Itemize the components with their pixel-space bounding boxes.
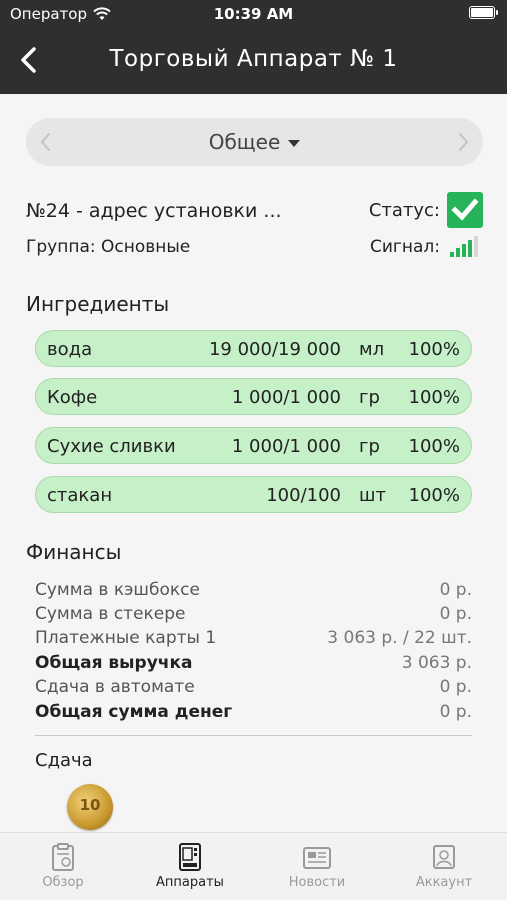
ingredient-amount: 1 000/1 000 [231, 436, 341, 457]
section-dropdown-label: Общее [208, 130, 281, 154]
tab-bar: Обзор Аппараты Новости Аккаунт [0, 832, 507, 900]
clipboard-icon [52, 843, 74, 871]
finance-row: Платежные карты 1 3 063 р. / 22 шт. [35, 627, 472, 651]
ingredient-row: Сухие сливки 1 000/1 000 гр 100% [35, 427, 472, 464]
finance-value: 3 063 р. / 22 шт. [327, 628, 472, 648]
finance-value: 0 р. [439, 702, 472, 722]
ingredient-percent: 100% [408, 339, 460, 360]
caret-down-icon [288, 140, 301, 147]
battery-icon [469, 6, 498, 19]
finance-row: Общая сумма денег 0 р. [35, 701, 472, 725]
navigation-bar: Торговый Аппарат № 1 [0, 28, 507, 94]
status-check-icon [447, 192, 483, 228]
ingredient-percent: 100% [408, 436, 460, 457]
finance-label: Общая выручка [35, 653, 193, 673]
finance-title: Финансы [26, 540, 122, 564]
finance-value: 0 р. [439, 677, 472, 697]
ingredient-name: вода [47, 339, 93, 360]
ingredient-row: стакан 100/100 шт 100% [35, 476, 472, 513]
status-label: Статус: [368, 200, 440, 221]
tab-label: Аккаунт [415, 875, 473, 890]
ingredient-name: стакан [47, 485, 113, 506]
ingredients-title: Ингредиенты [26, 292, 170, 316]
signal-label: Сигнал: [370, 237, 440, 257]
finance-row: Общая выручка 3 063 р. [35, 652, 472, 676]
machine-group: Группа: Основные [26, 237, 191, 257]
finance-label: Платежные карты 1 [35, 628, 217, 648]
change-title: Сдача [35, 750, 93, 771]
finance-row: Сумма в кэшбоксе 0 р. [35, 579, 472, 603]
status-bar: Оператор 10:39 AM [0, 0, 507, 28]
tab-overview[interactable]: Обзор [0, 833, 126, 900]
newspaper-icon [303, 847, 331, 869]
finance-label: Сумма в стекере [35, 604, 186, 624]
page-title: Торговый Аппарат № 1 [109, 46, 398, 72]
finance-value: 0 р. [439, 604, 472, 624]
finance-row: Сумма в стекере 0 р. [35, 603, 472, 627]
ingredient-name: Кофе [47, 387, 98, 408]
tab-label: Новости [288, 875, 346, 890]
section-dropdown[interactable]: Общее [26, 130, 483, 154]
section-selector: Общее [26, 118, 483, 166]
ingredient-row: вода 19 000/19 000 мл 100% [35, 330, 472, 367]
machine-address: №24 - адрес установки ... [26, 200, 282, 222]
divider [35, 735, 472, 736]
ingredient-percent: 100% [408, 485, 460, 506]
finance-label: Общая сумма денег [35, 702, 233, 722]
coin-label: 10 [79, 796, 101, 814]
signal-strength-icon [450, 236, 478, 257]
ingredient-row: Кофе 1 000/1 000 гр 100% [35, 378, 472, 415]
account-icon [433, 845, 455, 869]
finance-value: 3 063 р. [401, 653, 472, 673]
tab-account[interactable]: Аккаунт [381, 833, 507, 900]
clock: 10:39 AM [213, 5, 294, 23]
vending-machine-icon [179, 843, 201, 871]
ingredient-unit: шт [359, 485, 386, 506]
coin-icon: 10 [67, 784, 113, 830]
tab-news[interactable]: Новости [254, 833, 380, 900]
ingredient-unit: гр [359, 387, 380, 408]
ingredient-unit: мл [359, 339, 385, 360]
tab-machines[interactable]: Аппараты [127, 833, 253, 900]
ingredient-name: Сухие сливки [47, 436, 176, 457]
finance-label: Сумма в кэшбоксе [35, 580, 200, 600]
ingredient-amount: 19 000/19 000 [208, 339, 341, 360]
finance-value: 0 р. [439, 580, 472, 600]
ingredient-amount: 1 000/1 000 [231, 387, 341, 408]
ingredient-unit: гр [359, 436, 380, 457]
finance-row: Сдача в автомате 0 р. [35, 676, 472, 700]
tab-label: Обзор [42, 875, 84, 890]
tab-label: Аппараты [156, 875, 224, 890]
ingredient-amount: 100/100 [266, 485, 341, 506]
finance-label: Сдача в автомате [35, 677, 195, 697]
ingredient-percent: 100% [408, 387, 460, 408]
chevron-right-icon[interactable] [449, 128, 477, 156]
